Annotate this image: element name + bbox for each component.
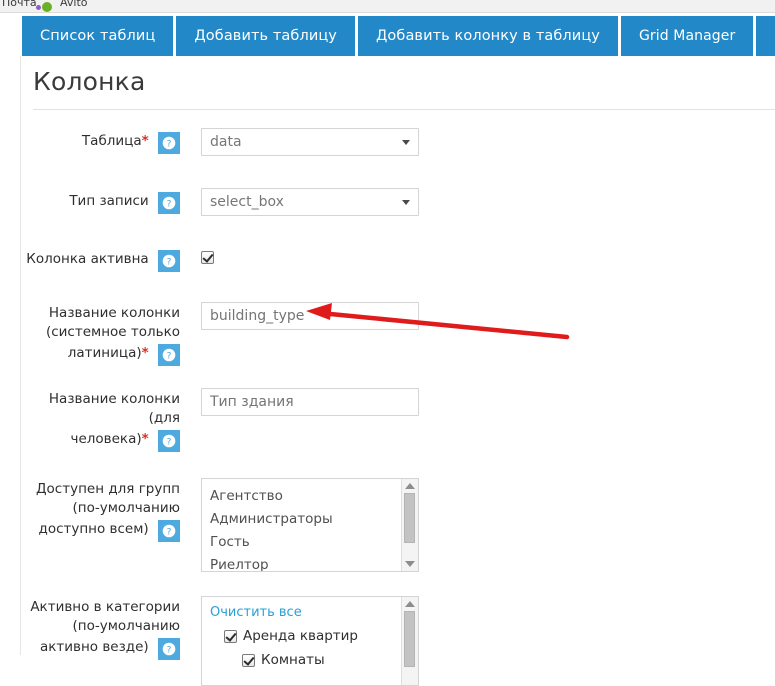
form-row-column-active: Колонка активна ?	[21, 242, 775, 272]
page-title: Колонка	[33, 67, 146, 96]
browser-bookmark-bar: Почта Avito	[0, 0, 775, 13]
chevron-down-icon	[402, 139, 410, 145]
bookmark-avito[interactable]: Avito	[60, 0, 88, 9]
form-row-table: Таблица* ? data	[21, 124, 775, 156]
category-item[interactable]: Аренда квартир	[210, 624, 401, 648]
categories-scrollbar[interactable]	[401, 597, 418, 685]
label-categories: Активно в категории (по-умолчанию активн…	[21, 592, 189, 660]
list-item[interactable]: Администраторы	[210, 508, 401, 531]
tab-add-column[interactable]: Добавить колонку в таблицу	[358, 16, 618, 56]
form-row-categories: Активно в категории (по-умолчанию активн…	[21, 592, 775, 686]
scroll-up-icon[interactable]	[405, 601, 415, 607]
list-item[interactable]: Риелтор	[210, 554, 401, 571]
svg-text:?: ?	[167, 437, 172, 447]
svg-text:?: ?	[167, 351, 172, 361]
label-table: Таблица* ?	[21, 124, 189, 154]
label-groups: Доступен для групп (по-умолчанию доступн…	[21, 474, 189, 542]
list-item[interactable]: Агентство	[210, 485, 401, 508]
chevron-down-icon	[402, 199, 410, 205]
title-divider	[33, 109, 775, 110]
category-label: Комнаты	[261, 652, 325, 668]
category-checkbox[interactable]	[224, 629, 237, 643]
question-mark-icon[interactable]: ?	[158, 520, 180, 542]
scroll-down-icon[interactable]	[405, 561, 415, 567]
question-mark-icon[interactable]: ?	[158, 132, 180, 154]
required-marker: *	[141, 133, 149, 149]
scrollbar-thumb[interactable]	[404, 493, 415, 543]
svg-text:?: ?	[167, 139, 172, 149]
question-mark-icon[interactable]: ?	[158, 250, 180, 272]
category-item[interactable]: Комнаты	[210, 648, 401, 672]
form-row-record-type: Тип записи ? select_box	[21, 184, 775, 216]
svg-text:?: ?	[167, 199, 172, 209]
column-form: Таблица* ? data Тип записи ? select_box …	[21, 124, 775, 686]
question-mark-icon[interactable]: ?	[158, 430, 180, 452]
question-mark-icon[interactable]: ?	[158, 344, 180, 366]
required-marker: *	[141, 431, 149, 447]
avito-bookmark-icon	[36, 2, 58, 12]
label-system-name: Название колонки (системное только латин…	[21, 298, 189, 366]
table-select[interactable]: data	[201, 128, 419, 156]
content-panel: Колонка Таблица* ? data Тип записи ? sel…	[20, 56, 775, 686]
label-human-name: Название колонки (для человека)* ?	[21, 384, 189, 452]
categories-listbox[interactable]: Очистить все Аренда квартир Комнаты	[201, 596, 419, 686]
bookmark-mail[interactable]: Почта	[2, 0, 37, 9]
scrollbar-thumb[interactable]	[404, 611, 415, 667]
form-row-groups: Доступен для групп (по-умолчанию доступн…	[21, 474, 775, 572]
clear-all-link[interactable]: Очистить все	[210, 602, 401, 624]
scroll-up-icon[interactable]	[405, 483, 415, 489]
required-marker: *	[141, 345, 149, 361]
record-type-select[interactable]: select_box	[201, 188, 419, 216]
form-row-system-name: Название колонки (системное только латин…	[21, 298, 775, 366]
human-name-input[interactable]	[201, 388, 419, 416]
groups-listbox[interactable]: Агентство Администраторы Гость Риелтор	[201, 478, 419, 572]
tab-table-list[interactable]: Список таблиц	[22, 16, 174, 56]
column-active-checkbox[interactable]	[201, 251, 214, 264]
form-row-human-name: Название колонки (для человека)* ?	[21, 384, 775, 452]
question-mark-icon[interactable]: ?	[158, 192, 180, 214]
label-record-type: Тип записи ?	[21, 184, 189, 214]
category-label: Аренда квартир	[243, 628, 358, 644]
system-name-input[interactable]	[201, 302, 419, 330]
category-checkbox[interactable]	[242, 653, 255, 667]
label-column-active: Колонка активна ?	[21, 242, 189, 272]
tab-add-table[interactable]: Добавить таблицу	[176, 16, 355, 56]
tab-forms[interactable]: Формы по	[756, 16, 775, 56]
svg-text:?: ?	[167, 527, 172, 537]
svg-text:?: ?	[167, 257, 172, 267]
page-root: Список таблиц Добавить таблицу Добавить …	[0, 13, 775, 686]
tab-grid-manager[interactable]: Grid Manager	[620, 16, 754, 56]
groups-scrollbar[interactable]	[401, 479, 418, 571]
question-mark-icon[interactable]: ?	[158, 638, 180, 660]
list-item[interactable]: Гость	[210, 531, 401, 554]
main-nav-tabs: Список таблиц Добавить таблицу Добавить …	[22, 16, 775, 56]
